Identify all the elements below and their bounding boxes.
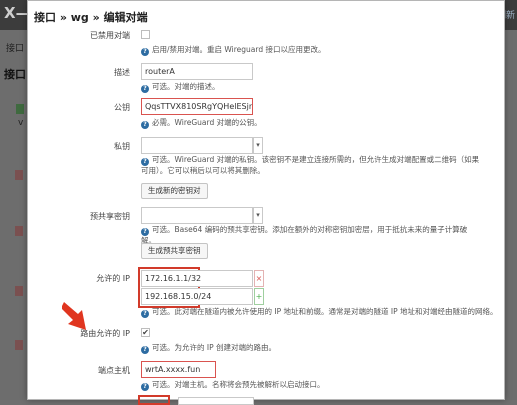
route-allowed-ips-checkbox[interactable]: ✔ [141,328,150,337]
edit-peer-dialog: 接口 » wg » 编辑对端 已禁用对端 ? 启用/禁用对端。重启 Wiregua… [27,0,505,405]
background-tab: 接口 [6,44,25,54]
public-key-input[interactable]: QqsTTVX810SRgYQHelESjn7nvC [141,98,253,115]
next-field-input[interactable] [178,397,254,405]
allowed-ip-input[interactable]: 172.16.1.1/32 [141,270,253,287]
add-ip-icon[interactable]: + [254,288,264,305]
private-key-help: ? 可选。WireGuard 对端的私钥。该密钥不是建立连接所需的，但允许生成对端… [141,155,480,175]
private-key-label: 私钥 [114,142,130,151]
disabled-label: 已禁用对端 [90,31,130,40]
disabled-checkbox[interactable] [141,30,150,39]
background-button [15,226,23,236]
background-button [15,286,23,296]
private-key-input[interactable] [141,137,253,154]
help-icon: ? [141,48,149,56]
background-status-badge [16,104,24,114]
next-field-highlight [138,395,170,405]
allowed-ips-label: 允许的 IP [96,274,130,283]
remove-ip-icon[interactable]: × [254,270,264,287]
allowed-ip-input[interactable]: 192.168.15.0/24 [141,288,253,305]
annotation-arrow-icon [62,302,86,330]
generate-keypair-button[interactable]: 生成新的密钥对 [141,183,208,199]
help-icon: ? [141,228,149,236]
help-icon: ? [141,121,149,129]
endpoint-host-help: ? 可选。对端主机。名称将会预先被解析以启动接口。 [141,380,481,391]
help-icon: ? [141,310,149,318]
disabled-help: ? 启用/禁用对端。重启 Wireguard 接口以应用更改。 [141,45,481,56]
description-help: ? 可选。对端的描述。 [141,82,481,93]
generate-psk-button[interactable]: 生成预共享密钥 [141,243,208,259]
help-icon: ? [141,346,149,354]
public-key-help: ? 必需。WireGuard 对端的公钥。 [141,118,481,129]
preshared-key-label: 预共享密钥 [90,212,130,221]
background-fragment: v [18,118,24,128]
preshared-key-input[interactable] [141,207,253,224]
background-page-title: 接口 [4,68,26,81]
preshared-key-toggle[interactable]: ▾ [253,207,263,224]
help-icon: ? [141,158,149,166]
endpoint-host-input[interactable]: wrtA.xxxx.fun [141,361,216,378]
help-icon: ? [141,85,149,93]
background-button [15,170,23,180]
description-input[interactable]: routerA [141,63,253,80]
allowed-ips-help: ? 可选。此对端在隧道内被允许使用的 IP 地址和前缀。通常是对端的隧道 IP 地… [141,307,501,318]
public-key-label: 公钥 [114,103,130,112]
endpoint-host-label: 端点主机 [98,366,130,375]
background-button [15,340,23,350]
help-icon: ? [141,383,149,391]
description-label: 描述 [114,68,130,77]
dialog-title: 接口 » wg » 编辑对端 [34,11,148,24]
private-key-toggle[interactable]: ▾ [253,137,263,154]
route-allowed-ips-help: ? 可选。为允许的 IP 创建对端的路由。 [141,343,481,354]
